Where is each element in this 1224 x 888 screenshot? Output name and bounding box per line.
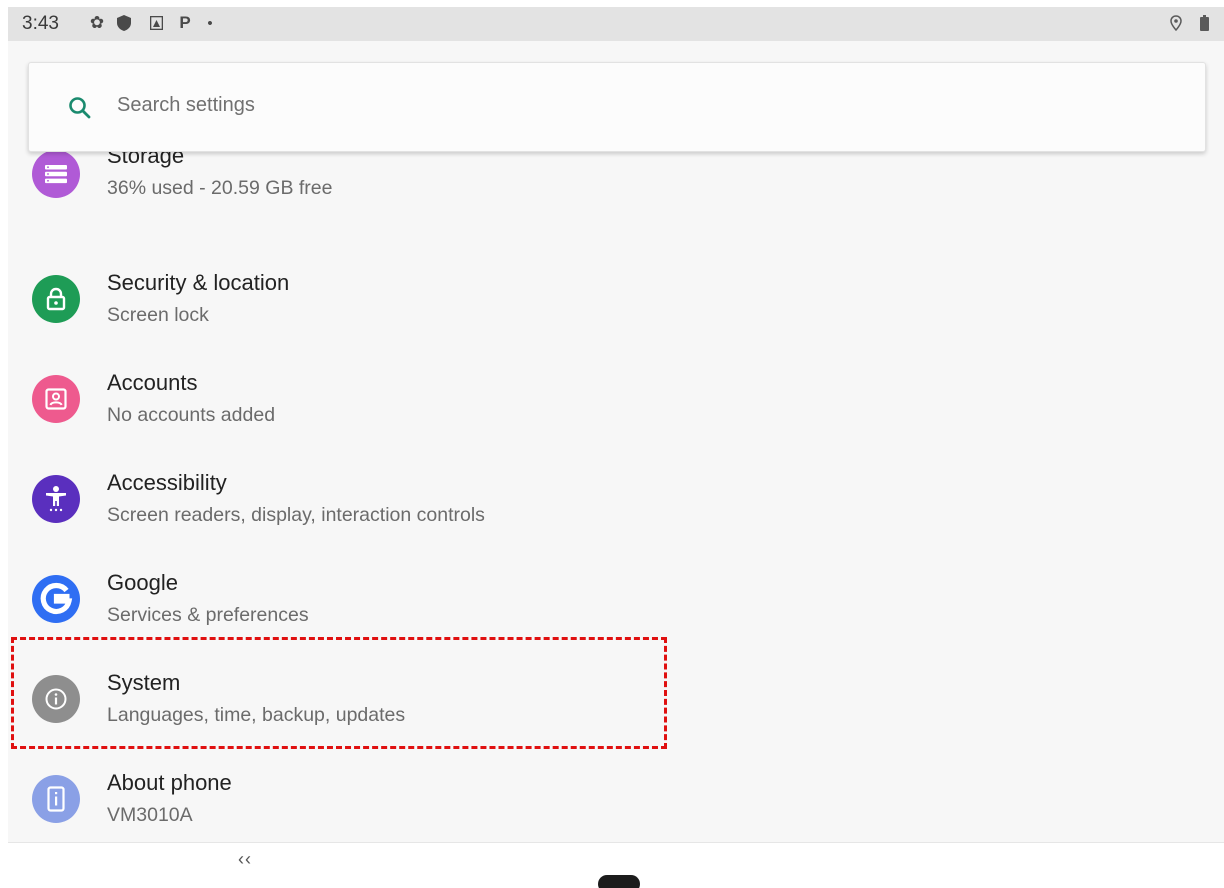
home-button[interactable] [598, 875, 640, 888]
settings-item-accessibility[interactable]: Accessibility Screen readers, display, i… [8, 432, 1224, 532]
settings-item-subtitle: 36% used - 20.59 GB free [107, 177, 333, 199]
settings-item-title: About phone [107, 770, 232, 795]
settings-item-subtitle: Languages, time, backup, updates [107, 704, 406, 726]
settings-item-title: Accessibility [107, 470, 227, 495]
location-icon [1169, 13, 1183, 33]
account-box-icon [32, 375, 80, 423]
settings-item-system[interactable]: System Languages, time, backup, updates [8, 632, 1224, 732]
settings-item-title: Google [107, 570, 178, 595]
shield-icon [116, 13, 132, 33]
lock-icon [32, 275, 80, 323]
sim-card-icon [148, 13, 164, 33]
android-settings-screen: 3:43 ✿ P • Storage 36% used - 20.59 GB f… [8, 7, 1224, 888]
storage-icon [32, 152, 80, 198]
dot-icon: • [207, 14, 213, 32]
info-icon [32, 675, 80, 723]
settings-item-accounts[interactable]: Accounts No accounts added [8, 332, 1224, 432]
settings-list[interactable]: Storage 36% used - 20.59 GB free Securit… [8, 152, 1224, 842]
navigation-bar: ‹‹ [8, 843, 1224, 888]
settings-item-title: Security & location [107, 270, 290, 295]
settings-item-storage[interactable]: Storage 36% used - 20.59 GB free [8, 152, 1224, 232]
settings-item-subtitle: Services & preferences [107, 604, 309, 626]
search-icon [67, 95, 93, 121]
battery-icon [1199, 13, 1209, 33]
search-bar[interactable] [28, 62, 1206, 152]
search-input[interactable] [117, 94, 717, 117]
settings-item-subtitle: VM3010A [107, 804, 193, 826]
settings-item-title: Accounts [107, 370, 198, 395]
settings-item-subtitle: Screen readers, display, interaction con… [107, 504, 485, 526]
settings-item-title: Storage [107, 152, 185, 168]
gear-icon: ✿ [89, 13, 105, 32]
settings-item-subtitle: No accounts added [107, 404, 276, 426]
settings-item-about-phone[interactable]: About phone VM3010A [8, 732, 1224, 832]
back-icon[interactable]: ‹‹ [238, 849, 252, 870]
google-icon [32, 575, 80, 623]
accessibility-icon [32, 475, 80, 523]
phone-info-icon [32, 775, 80, 823]
settings-item-security[interactable]: Security & location Screen lock [8, 232, 1224, 332]
settings-item-subtitle: Screen lock [107, 304, 209, 326]
settings-item-title: System [107, 670, 181, 695]
p-icon: P [179, 13, 191, 32]
settings-item-google[interactable]: Google Services & preferences [8, 532, 1224, 632]
status-bar: 3:43 ✿ P • [8, 7, 1224, 41]
status-time: 3:43 [22, 13, 59, 34]
